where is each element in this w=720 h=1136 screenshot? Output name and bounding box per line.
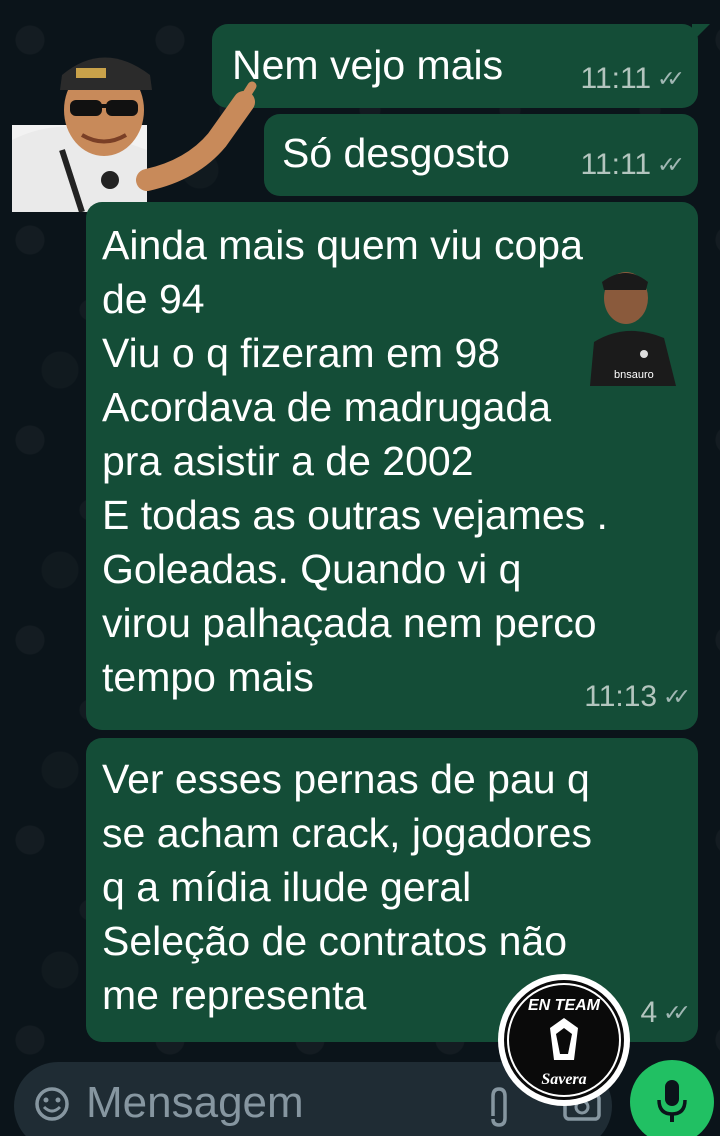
message-time-partial: 4 — [640, 996, 658, 1029]
double-check-icon: ✓✓ — [657, 152, 685, 177]
message-bubble[interactable]: Só desgosto 11:11 ✓✓ — [264, 114, 698, 196]
message-bubble[interactable]: Nem vejo mais 11:11 ✓✓ — [212, 24, 710, 108]
man-pointing-image — [12, 57, 257, 212]
chat-area[interactable]: Nem vejo mais 11:11 ✓✓ Só desgosto 11:11… — [0, 0, 720, 1136]
emoji-icon[interactable] — [34, 1086, 70, 1122]
bnsauro-image: bnsauro — [590, 272, 676, 386]
microphone-icon — [656, 1078, 688, 1126]
microphone-button[interactable] — [630, 1060, 714, 1136]
message-text: Nem vejo mais — [232, 42, 504, 88]
message-text: Ainda mais quem viu copa de 94 Viu o q f… — [102, 222, 608, 700]
message-time: 11:11 — [580, 62, 652, 95]
sticker-caption: bnsauro — [614, 369, 654, 381]
message-meta: 11:11 ✓✓ — [580, 148, 685, 182]
team-logo-image: EN TEAM Savera — [498, 974, 630, 1106]
sticker-man-pointing[interactable] — [12, 30, 262, 212]
message-text: Só desgosto — [282, 130, 510, 176]
logo-text-bottom: Savera — [541, 1071, 586, 1088]
message-input-placeholder[interactable]: Mensagem — [86, 1078, 304, 1128]
double-check-icon: ✓✓ — [663, 684, 691, 709]
double-check-icon: ✓✓ — [663, 1000, 691, 1025]
sticker-bnsauro[interactable]: bnsauro — [584, 268, 680, 386]
sticker-team-logo[interactable]: EN TEAM Savera — [494, 970, 634, 1110]
double-check-icon: ✓✓ — [657, 66, 685, 91]
message-meta: 11:13 ✓✓ — [584, 680, 691, 714]
bubble-tail — [692, 24, 710, 42]
logo-text-top: EN TEAM — [528, 997, 601, 1014]
message-meta: 11:11 ✓✓ — [580, 62, 685, 96]
message-time: 11:11 — [580, 148, 652, 181]
message-meta: 4 ✓✓ — [640, 996, 691, 1030]
message-time: 11:13 — [584, 680, 658, 713]
